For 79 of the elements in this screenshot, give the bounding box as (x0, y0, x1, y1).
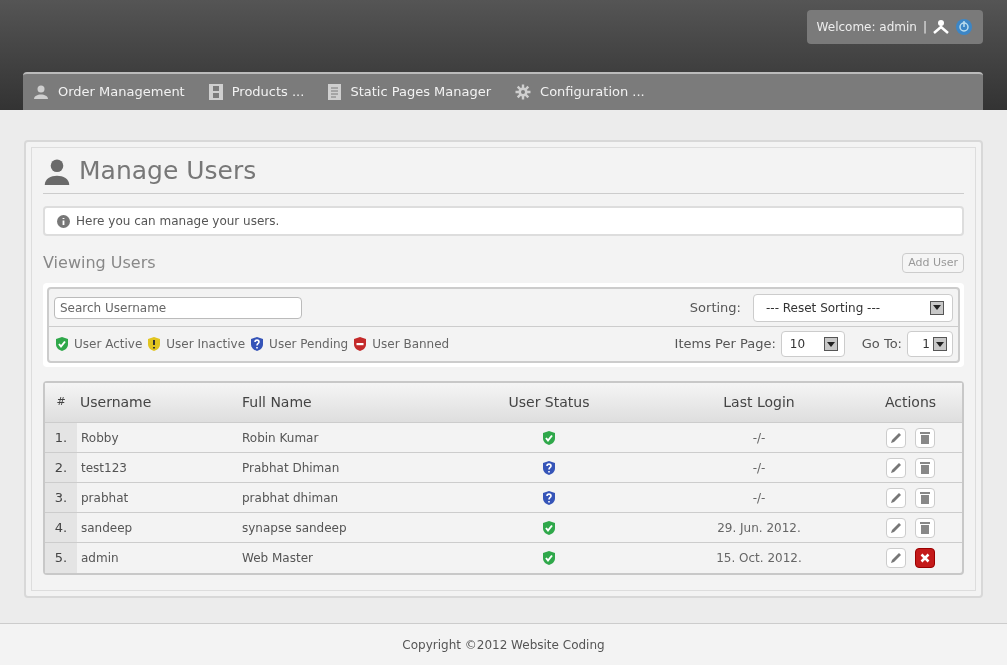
settings-icon (515, 84, 532, 100)
power-icon[interactable] (955, 18, 973, 36)
legend-label: User Inactive (166, 336, 246, 353)
table-cell-text: Web Master (242, 550, 313, 567)
table-cell-text: Robin Kumar (242, 429, 319, 447)
column-header: Full Name (242, 393, 312, 412)
welcome-text: Welcome: admin (816, 19, 917, 36)
table-cell-text: Robby (81, 429, 119, 447)
trash-button[interactable] (915, 517, 935, 538)
pencil-icon (889, 430, 903, 445)
legend-label: User Pending (269, 336, 349, 353)
edit-button[interactable] (886, 457, 906, 478)
legend-label: User Banned (372, 336, 450, 353)
table-cell-text: -/- (752, 429, 766, 447)
edit-button[interactable] (886, 517, 906, 538)
column-header: Actions (884, 393, 937, 412)
pencil-icon (889, 520, 903, 535)
table-cell-text: 29. Jun. 2012. (717, 519, 801, 537)
add-user-button[interactable]: Add User (902, 253, 964, 273)
nav-item[interactable]: Configuration ... (515, 82, 645, 102)
table-cell-text: 15. Oct. 2012. (716, 550, 802, 567)
edit-button[interactable] (886, 487, 906, 508)
banned-shield-icon (352, 336, 369, 352)
table-cell-text: sandeep (81, 519, 133, 537)
trash-button[interactable] (915, 487, 935, 508)
go-to-label: Go To: (861, 335, 902, 354)
trash-icon (919, 520, 931, 535)
info-icon (57, 214, 70, 228)
table-cell-text: admin (81, 550, 119, 567)
document-icon (328, 84, 342, 100)
nav-item[interactable]: Static Pages Manager (328, 82, 492, 102)
user-icon (33, 84, 49, 100)
pencil-icon (889, 551, 903, 565)
nav-item[interactable]: Products ... (208, 82, 305, 102)
go-to-select[interactable]: 1 (907, 331, 953, 357)
edit-button[interactable] (886, 548, 906, 568)
active-shield-icon (54, 336, 70, 352)
table-cell-text: Prabhat Dhiman (242, 459, 340, 477)
row-number: 1. (54, 428, 68, 447)
pencil-icon (889, 460, 903, 475)
per-page-select[interactable]: 10 (780, 331, 845, 357)
table-cell-text: -/- (752, 459, 766, 477)
row-number: 2. (54, 458, 68, 477)
column-header: Last Login (723, 393, 795, 412)
close-icon (920, 553, 930, 563)
table-cell-text: prabhat (81, 489, 129, 507)
column-header: # (56, 394, 66, 411)
search-field[interactable]: Search Username (54, 296, 302, 319)
table-cell-text: test123 (81, 459, 127, 477)
row-number: 4. (54, 518, 68, 537)
legend-label: User Active (74, 336, 143, 353)
sorting-select[interactable]: --- Reset Sorting --- (753, 293, 953, 322)
pending-shield-icon (249, 336, 266, 352)
pencil-icon (889, 490, 903, 505)
trash-icon (919, 430, 931, 445)
column-header: User Status (508, 393, 590, 412)
trash-button[interactable] (915, 457, 935, 478)
column-header: Username (80, 393, 152, 412)
per-page-label: Items Per Page: (674, 335, 776, 354)
delete-button[interactable] (915, 548, 935, 568)
film-icon (208, 84, 223, 100)
nav-item[interactable]: Order Management (33, 82, 185, 102)
table-cell-text: prabhat dhiman (242, 489, 339, 507)
edit-button[interactable] (886, 427, 906, 448)
footer-text: Copyright ©2012 Website Coding (402, 636, 605, 654)
section-title: Viewing Users (43, 252, 156, 274)
sorting-label: Sorting: (689, 298, 741, 317)
table-cell-text: -/- (752, 489, 766, 507)
table-cell-text: synapse sandeep (242, 519, 347, 537)
inactive-shield-icon (146, 336, 163, 352)
row-number: 5. (54, 549, 68, 568)
trash-icon (919, 490, 931, 505)
page-title: Manage Users (79, 154, 257, 187)
separator-text: | (922, 19, 927, 36)
info-text: Here you can manage your users. (76, 213, 280, 230)
trash-icon (919, 460, 931, 475)
trash-button[interactable] (915, 427, 935, 448)
user-network-icon[interactable] (933, 19, 949, 35)
row-number: 3. (54, 488, 68, 507)
